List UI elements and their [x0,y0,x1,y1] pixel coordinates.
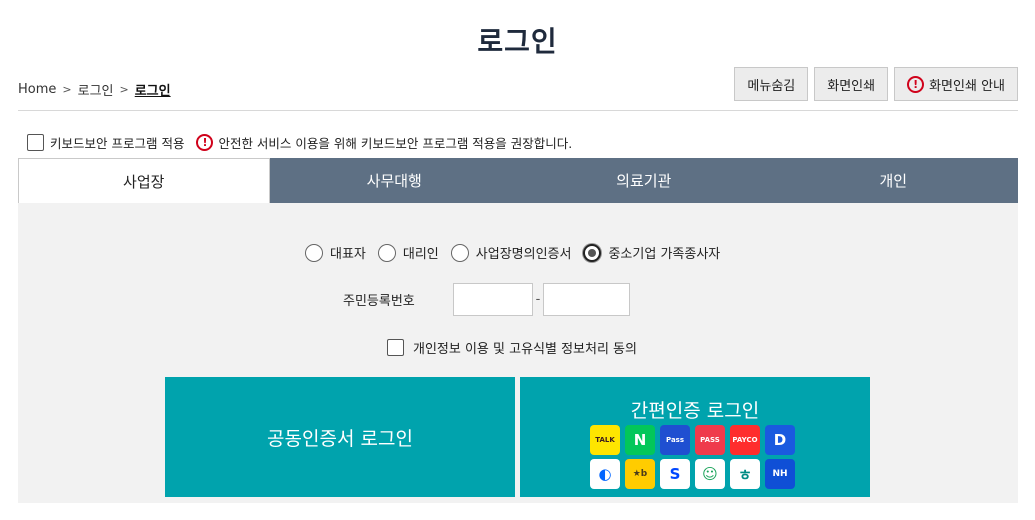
login-panel: 대표자 대리인 사업장명의인증서 중소기업 가족종사자 주민등록번호 - 개인정… [18,203,1018,503]
alert-icon: ! [907,75,925,93]
chevron-right-icon: > [119,83,129,96]
tab-agency[interactable]: 사무대행 [269,158,519,203]
simple-login-button[interactable]: 간편인증 로그인 TALK N Pass PASS PAYCO D ◐ ★b S ☺ ㅎ NH [520,377,870,497]
privacy-consent-row: 개인정보 이용 및 고유식별 정보처리 동의 [387,338,637,357]
radio-proxy[interactable]: 대리인 [377,243,439,262]
radio-label: 대리인 [402,247,439,262]
woori-icon: ☺ [695,459,725,489]
radio-representative[interactable]: 대표자 [305,243,366,262]
top-button-group: 메뉴숨김 화면인쇄 ! 화면인쇄 안내 [734,67,1018,101]
pass-icon: PASS [695,425,725,455]
rrn-label: 주민등록번호 [343,294,415,309]
radio-circle-selected[interactable] [583,243,602,262]
radio-circle[interactable] [305,243,323,262]
tab-business[interactable]: 사업장 [18,158,270,203]
radio-circle[interactable] [450,243,469,262]
rrn-row: 주민등록번호 - [343,283,630,316]
tab-medical[interactable]: 의료기관 [519,158,769,203]
hide-menu-button[interactable]: 메뉴숨김 [734,67,809,101]
rrn-first-input[interactable] [453,283,533,316]
nh-icon: NH [765,459,795,489]
tab-personal[interactable]: 개인 [768,158,1018,203]
rrn-separator: - [535,292,541,307]
privacy-consent-label[interactable]: 개인정보 이용 및 고유식별 정보처리 동의 [413,338,637,357]
breadcrumb-login[interactable]: 로그인 [78,80,114,99]
dream-icon: D [765,425,795,455]
breadcrumb-home[interactable]: Home [18,82,56,97]
cert-login-button[interactable]: 공동인증서 로그인 [165,377,515,497]
breadcrumb-current[interactable]: 로그인 [135,80,171,99]
kakao-icon: TALK [590,425,620,455]
hana-icon: ㅎ [730,459,760,489]
naver-icon: N [625,425,655,455]
radio-family-worker[interactable]: 중소기업 가족종사자 [583,243,720,262]
samsung-pass-icon: Pass [660,425,690,455]
provider-icon-grid: TALK N Pass PASS PAYCO D ◐ ★b S ☺ ㅎ NH [590,425,800,489]
keyboard-security-notice-text: 안전한 서비스 이용을 위해 키보드보안 프로그램 적용을 권장합니다. [218,136,573,151]
radio-label: 사업장명의인증서 [475,247,572,262]
header-divider [18,110,1018,111]
toss-icon: ◐ [590,459,620,489]
print-guide-button[interactable]: ! 화면인쇄 안내 [894,67,1018,101]
keyboard-security-notice: ! 안전한 서비스 이용을 위해 키보드보안 프로그램 적용을 권장합니다. [196,133,572,152]
keyboard-security-label[interactable]: 키보드보안 프로그램 적용 [50,133,184,152]
radio-circle[interactable] [377,243,396,262]
radio-business-cert[interactable]: 사업장명의인증서 [450,243,572,262]
simple-login-label: 간편인증 로그인 [630,400,760,422]
page-title: 로그인 [477,25,558,58]
shinhan-icon: S [660,459,690,489]
rrn-second-input[interactable] [543,283,630,316]
kb-icon: ★b [625,459,655,489]
alert-icon: ! [196,134,214,151]
hide-menu-label: 메뉴숨김 [747,78,796,94]
keyboard-security-row: 키보드보안 프로그램 적용 ! 안전한 서비스 이용을 위해 키보드보안 프로그… [27,133,572,152]
privacy-consent-checkbox[interactable] [387,339,404,356]
radio-label: 대표자 [330,247,366,262]
payco-icon: PAYCO [730,425,760,455]
login-type-radio-group: 대표자 대리인 사업장명의인증서 중소기업 가족종사자 [305,243,724,262]
breadcrumb: Home > 로그인 > 로그인 [18,80,171,99]
keyboard-security-checkbox[interactable] [27,134,44,151]
print-button[interactable]: 화면인쇄 [814,67,889,101]
chevron-right-icon: > [62,83,72,96]
radio-label: 중소기업 가족종사자 [608,247,721,262]
print-label: 화면인쇄 [827,78,876,94]
member-type-tabs: 사업장 사무대행 의료기관 개인 [18,158,1018,203]
print-guide-label: 화면인쇄 안내 [929,78,1005,94]
cert-login-label: 공동인증서 로그인 [267,427,413,450]
